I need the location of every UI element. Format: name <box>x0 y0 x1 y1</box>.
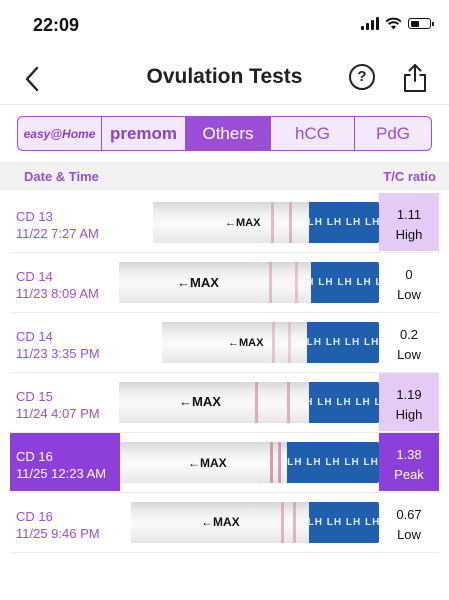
tc-ratio-level: Low <box>397 527 421 542</box>
tab-others[interactable]: Others <box>186 117 271 150</box>
strip-max-label: ←MAX <box>188 456 227 470</box>
table-row[interactable]: CD 16 11/25 9:46 PM ←MAX LH LH LH LH 0.6… <box>10 493 439 553</box>
test-datetime: 11/23 3:35 PM <box>16 346 100 361</box>
ratio-cell: 0.67 Low <box>379 493 439 551</box>
tc-ratio-value: 1.11 <box>396 207 422 222</box>
column-header-ratio: T/C ratio <box>383 169 436 184</box>
table-row[interactable]: CD 14 11/23 3:35 PM ←MAX LH LH LH LH 0.2… <box>10 313 439 373</box>
page-title: Ovulation Tests <box>146 65 303 88</box>
share-icon[interactable] <box>401 62 429 94</box>
test-strip-image: ←MAX LH LH LH LH LH <box>120 442 379 483</box>
strip-lh-label: LH LH LH LH <box>307 322 379 363</box>
test-datetime: 11/23 8:09 AM <box>16 286 99 301</box>
table-row[interactable]: CD 13 11/22 7:27 AM ←MAX LH LH LH LH 1.1… <box>10 193 439 253</box>
status-time: 22:09 <box>33 15 80 35</box>
tab-easy-at-home-label: easy@Home <box>23 126 96 141</box>
ratio-cell: 0 Low <box>379 253 439 311</box>
status-bar: 22:09 <box>0 0 449 46</box>
strip-max-label: ←MAX <box>177 275 219 290</box>
cycle-day: CD 14 <box>16 329 53 344</box>
test-strip-image: ←MAX LH LH LH LH <box>153 202 379 243</box>
row-date-cell: CD 16 11/25 9:46 PM <box>10 493 120 551</box>
strip-lh-label: LH LH LH LH <box>309 502 379 543</box>
cycle-day: CD 16 <box>16 509 53 524</box>
cycle-day: CD 16 <box>16 449 53 464</box>
tc-ratio-level: Peak <box>394 467 424 482</box>
column-header-date: Date & Time <box>24 169 99 184</box>
battery-icon <box>408 18 434 29</box>
table-header: Date & Time T/C ratio <box>0 162 449 190</box>
tc-ratio-value: 1.38 <box>396 447 422 462</box>
strip-lh-label: LH LH LH LH LH <box>309 382 379 423</box>
test-strip-image: ←MAX LH LH LH LH LH <box>119 262 379 303</box>
strip-max-label: ←MAX <box>179 394 221 409</box>
tab-hcg[interactable]: hCG <box>271 117 355 150</box>
tab-easy-at-home[interactable]: easy@Home <box>18 117 102 150</box>
row-date-cell: CD 14 11/23 3:35 PM <box>10 313 120 371</box>
test-datetime: 11/22 7:27 AM <box>16 226 99 241</box>
ratio-cell: 1.11 High <box>379 193 439 251</box>
ratio-cell: 1.19 High <box>379 373 439 431</box>
table-row[interactable]: CD 15 11/24 4:07 PM ←MAX LH LH LH LH LH … <box>10 373 439 433</box>
cycle-day: CD 13 <box>16 209 53 224</box>
cycle-day: CD 14 <box>16 269 53 284</box>
tc-ratio-level: High <box>395 227 423 242</box>
test-strip-image: ←MAX LH LH LH LH LH <box>119 382 379 423</box>
table-row[interactable]: CD 14 11/23 8:09 AM ←MAX LH LH LH LH LH … <box>10 253 439 313</box>
test-datetime: 11/25 9:46 PM <box>16 526 100 541</box>
tc-ratio-level: High <box>395 407 423 422</box>
tc-ratio-level: Low <box>397 287 421 302</box>
tc-ratio-value: 0 <box>405 267 413 282</box>
test-datetime: 11/24 4:07 PM <box>16 406 100 421</box>
tab-hcg-label: hCG <box>295 123 330 143</box>
tab-premom[interactable]: premom <box>102 117 186 150</box>
tc-ratio-value: 1.19 <box>396 387 422 402</box>
tab-pdg[interactable]: PdG <box>355 117 431 150</box>
strip-max-label: ←MAX <box>225 217 261 229</box>
tab-others-label: Others <box>202 123 254 143</box>
test-strip-image: ←MAX LH LH LH LH <box>131 502 379 543</box>
ratio-cell: 1.38 Peak <box>379 433 439 491</box>
table-row-selected[interactable]: CD 16 11/25 12:23 AM ←MAX LH LH LH LH LH… <box>10 433 439 493</box>
strip-max-label: ←MAX <box>201 515 240 529</box>
tab-pdg-label: PdG <box>375 123 411 143</box>
help-icon[interactable]: ? <box>349 64 375 90</box>
strip-lh-label: LH LH LH LH LH <box>287 442 379 483</box>
nav-bar: Ovulation Tests ? <box>0 52 449 105</box>
tc-ratio-level: Low <box>397 347 421 362</box>
wifi-icon <box>385 17 402 30</box>
strip-lh-label: LH LH LH LH <box>309 202 379 243</box>
row-date-cell: CD 13 11/22 7:27 AM <box>10 193 120 251</box>
ratio-cell: 0.2 Low <box>379 313 439 371</box>
status-icons <box>361 17 434 30</box>
back-chevron-icon[interactable] <box>20 64 46 94</box>
row-date-cell: CD 14 11/23 8:09 AM <box>10 253 120 311</box>
cellular-signal-icon <box>361 17 379 30</box>
cycle-day: CD 15 <box>16 389 53 404</box>
row-date-cell: CD 16 11/25 12:23 AM <box>10 433 120 491</box>
row-date-cell: CD 15 11/24 4:07 PM <box>10 373 120 431</box>
brand-segmented-control: easy@Home premom Others hCG PdG <box>17 116 432 151</box>
strip-max-label: ←MAX <box>228 337 264 349</box>
tc-ratio-value: 0.67 <box>396 507 422 522</box>
tab-premom-label: premom <box>109 123 178 143</box>
strip-lh-label: LH LH LH LH LH <box>311 262 379 303</box>
tc-ratio-value: 0.2 <box>399 327 419 342</box>
test-strip-image: ←MAX LH LH LH LH <box>162 322 379 363</box>
test-datetime: 11/25 12:23 AM <box>16 466 107 481</box>
